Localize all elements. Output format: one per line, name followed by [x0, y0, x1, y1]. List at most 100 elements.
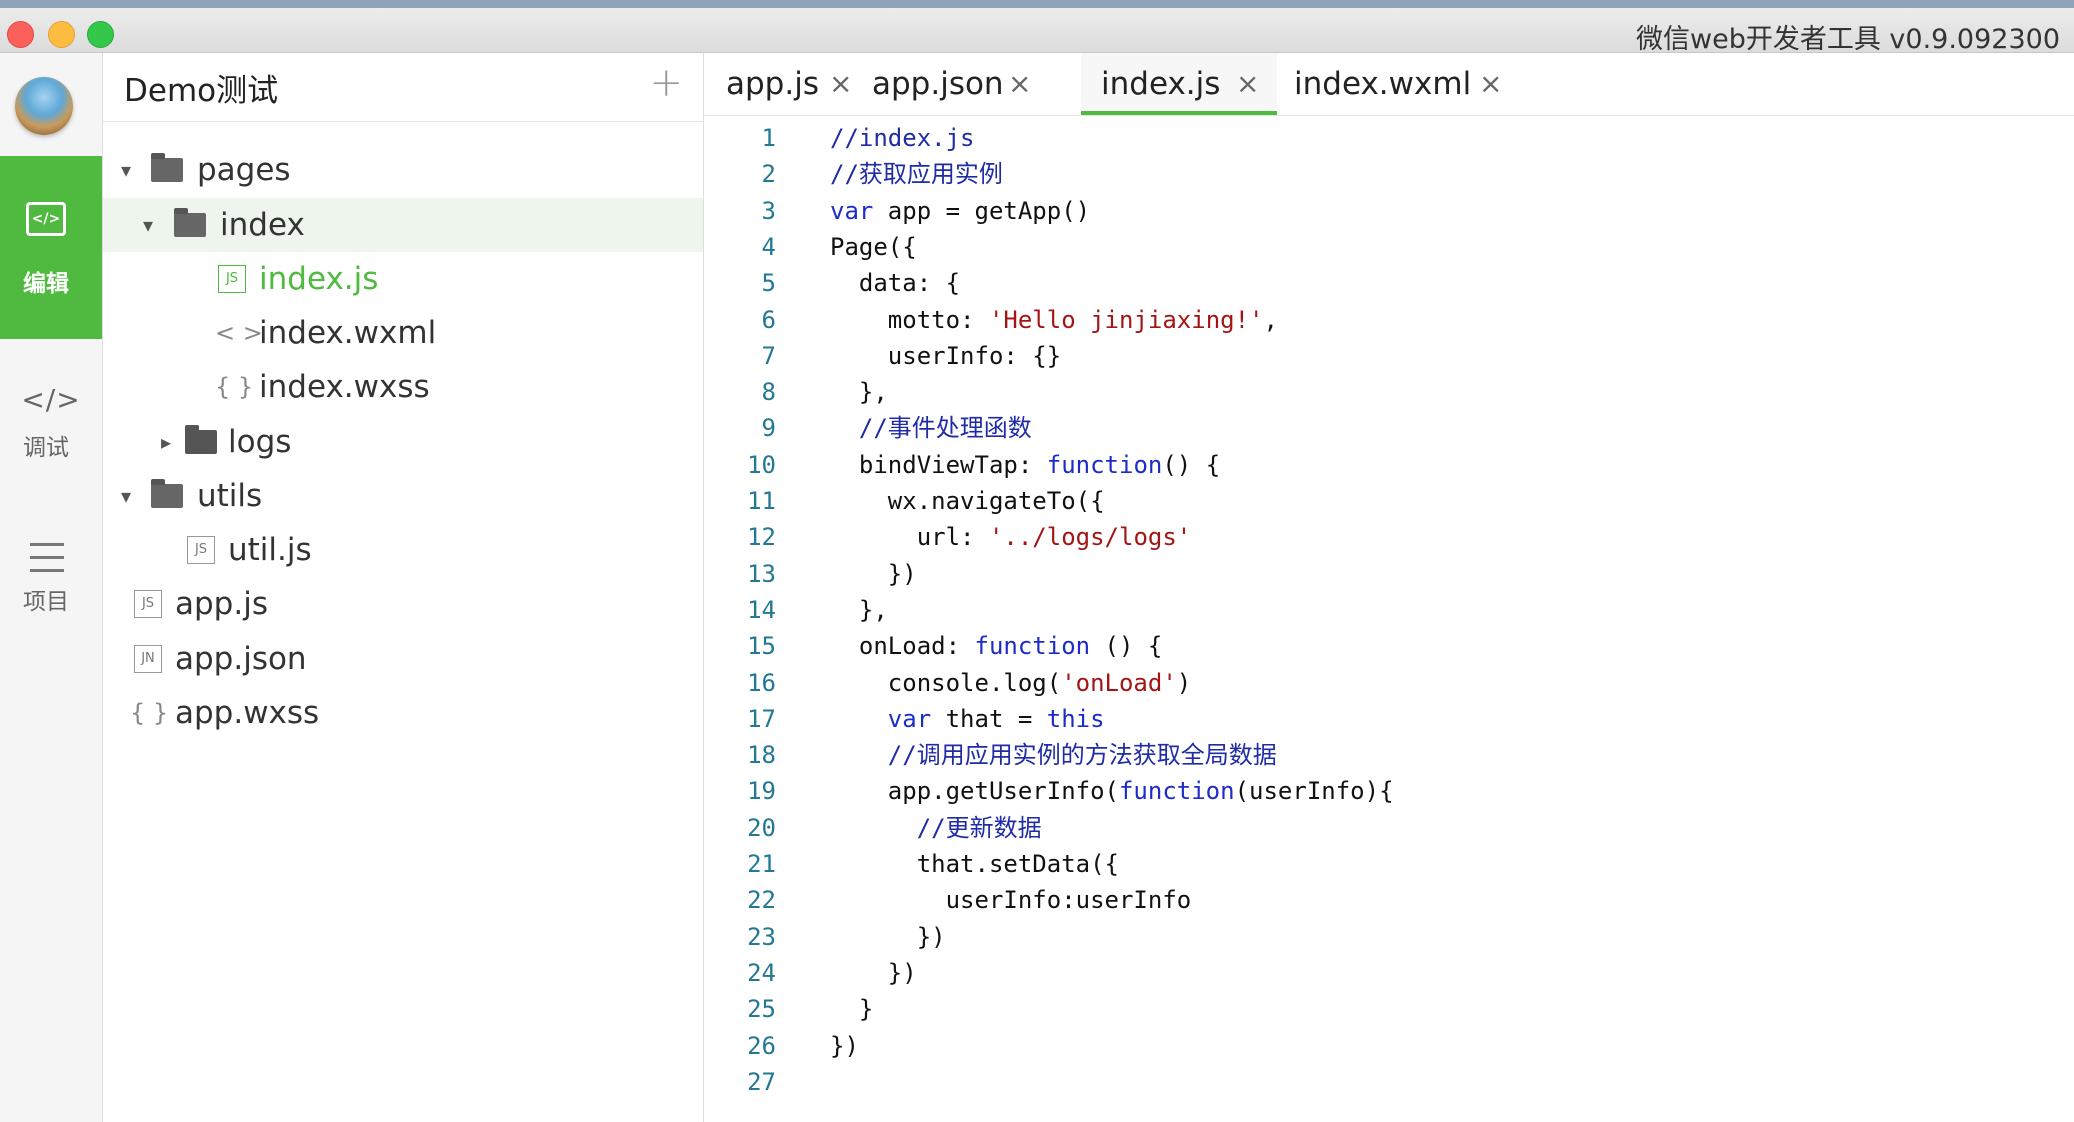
close-icon[interactable]: × — [829, 53, 852, 115]
code-text[interactable]: userInfo: {} — [830, 338, 1061, 374]
folder-open-icon — [151, 479, 183, 508]
code-text[interactable]: } — [830, 991, 873, 1027]
code-line[interactable]: 24 }) — [704, 955, 2074, 991]
code-line[interactable]: 26}) — [704, 1028, 2074, 1064]
code-line[interactable]: 16 console.log('onLoad') — [704, 665, 2074, 701]
tab-index-wxml[interactable]: index.wxml × — [1294, 53, 1502, 115]
tab-label: index.js — [1101, 66, 1221, 102]
code-line[interactable]: 23 }) — [704, 919, 2074, 955]
folder-open-icon — [174, 208, 206, 237]
code-text[interactable]: }) — [830, 919, 946, 955]
code-line[interactable]: 18 //调用应用实例的方法获取全局数据 — [704, 737, 2074, 773]
code-line[interactable]: 12 url: '../logs/logs' — [704, 519, 2074, 555]
code-text[interactable]: console.log('onLoad') — [830, 665, 1191, 701]
code-text[interactable]: }) — [830, 556, 917, 592]
activity-sidebar: </> 编辑 </> 调试 项目 — [0, 53, 103, 1122]
code-text[interactable]: //调用应用实例的方法获取全局数据 — [830, 737, 1277, 773]
code-text[interactable]: wx.navigateTo({ — [830, 483, 1105, 519]
code-text[interactable]: }) — [830, 1028, 859, 1064]
close-icon[interactable]: × — [1008, 53, 1031, 115]
code-line[interactable]: 8 }, — [704, 374, 2074, 410]
code-text[interactable]: var that = this — [830, 701, 1105, 737]
code-text[interactable]: }, — [830, 374, 888, 410]
line-number: 8 — [761, 378, 776, 407]
code-line[interactable]: 13 }) — [704, 556, 2074, 592]
code-text[interactable]: that.setData({ — [830, 846, 1119, 882]
tree-folder-index[interactable]: ▾ index — [103, 198, 703, 252]
avatar[interactable] — [15, 77, 73, 135]
tree-file-app-wxss[interactable]: { } app.wxss — [103, 686, 703, 740]
code-line[interactable]: 5 data: { — [704, 265, 2074, 301]
line-number: 23 — [747, 922, 776, 951]
folder-open-icon — [151, 153, 183, 182]
code-editor[interactable]: 1//index.js 2//获取应用实例 3 var app = getApp() 4… — [704, 116, 2074, 1122]
code-text[interactable]: url: '../logs/logs' — [830, 519, 1192, 555]
code-line[interactable]: 15 onLoad: function () { — [704, 628, 2074, 664]
code-text[interactable]: //更新数据 — [830, 810, 1042, 846]
caret-down-icon: ▾ — [121, 484, 132, 508]
code-text[interactable]: //获取应用实例 — [830, 156, 1003, 192]
file-explorer: Demo测试 + ▾ pages ▾ index JS index.js < >… — [103, 53, 704, 1122]
json-file-icon: JN — [134, 645, 162, 673]
code-line[interactable]: 4 Page({ — [704, 229, 2074, 265]
code-line[interactable]: 27 — [704, 1064, 2074, 1100]
tree-label: index.wxml — [259, 315, 437, 351]
code-text[interactable]: //事件处理函数 — [830, 410, 1032, 446]
tree-folder-logs[interactable]: ▸ logs — [103, 415, 703, 469]
line-number: 24 — [747, 958, 776, 987]
add-file-button[interactable]: + — [649, 63, 683, 103]
code-line[interactable]: 6 motto: 'Hello jinjiaxing!', — [704, 302, 2074, 338]
code-line[interactable]: 3 var app = getApp() — [704, 193, 2074, 229]
activity-debug[interactable]: </> 调试 — [0, 383, 102, 493]
tree-folder-utils[interactable]: ▾ utils — [103, 469, 703, 523]
tree-label: utils — [197, 478, 263, 514]
code-text[interactable]: data: { — [830, 265, 960, 301]
code-line[interactable]: 22 userInfo:userInfo — [704, 882, 2074, 918]
code-text[interactable]: app.getUserInfo(function(userInfo){ — [830, 773, 1394, 809]
tab-app-json[interactable]: app.json × — [858, 53, 1031, 115]
minimize-window-button[interactable] — [48, 21, 75, 48]
tab-app-js[interactable]: app.js × — [704, 53, 852, 115]
tab-index-js[interactable]: index.js × — [1081, 53, 1277, 115]
close-icon[interactable]: × — [1236, 53, 1259, 115]
code-line[interactable]: 17 var that = this — [704, 701, 2074, 737]
tree-label: pages — [197, 152, 291, 188]
code-line[interactable]: 20 //更新数据 — [704, 810, 2074, 846]
tree-label: index.js — [259, 261, 379, 297]
tree-file-app-json[interactable]: JN app.json — [103, 632, 703, 686]
code-text[interactable]: var app = getApp() — [830, 193, 1090, 229]
activity-edit[interactable]: </> 编辑 — [0, 156, 102, 339]
line-number: 21 — [747, 850, 776, 878]
code-text[interactable]: bindViewTap: function() { — [830, 447, 1220, 483]
line-number: 12 — [747, 523, 776, 552]
tree-folder-pages[interactable]: ▾ pages — [103, 143, 703, 197]
code-line[interactable]: 11 wx.navigateTo({ — [704, 483, 2074, 519]
code-line[interactable]: 10 bindViewTap: function() { — [704, 447, 2074, 483]
tree-file-app-js[interactable]: JS app.js — [103, 577, 703, 631]
close-icon[interactable]: × — [1479, 53, 1502, 115]
tree-file-index-wxml[interactable]: < > index.wxml — [103, 306, 703, 360]
maximize-window-button[interactable] — [87, 21, 114, 48]
code-line[interactable]: 25 } — [704, 991, 2074, 1027]
code-line[interactable]: 14 }, — [704, 592, 2074, 628]
code-line[interactable]: 7 userInfo: {} — [704, 338, 2074, 374]
tree-file-util-js[interactable]: JS util.js — [103, 523, 703, 577]
menu-lines-icon — [30, 543, 64, 572]
activity-project[interactable]: 项目 — [0, 543, 102, 653]
code-text[interactable]: motto: 'Hello jinjiaxing!', — [830, 302, 1278, 338]
code-text[interactable]: Page({ — [830, 229, 917, 265]
code-line[interactable]: 1 //index.js — [704, 120, 2074, 156]
close-window-button[interactable] — [7, 21, 34, 48]
code-text[interactable]: }) — [830, 955, 917, 991]
code-line[interactable]: 2 //获取应用实例 — [704, 156, 2074, 192]
line-number: 15 — [747, 632, 776, 661]
code-line[interactable]: 21 that.setData({ — [704, 846, 2074, 882]
code-line[interactable]: 9 //事件处理函数 — [704, 410, 2074, 446]
code-text[interactable]: //index.js — [830, 120, 975, 156]
code-text[interactable]: onLoad: function () { — [830, 628, 1162, 664]
tree-file-index-wxss[interactable]: { } index.wxss — [103, 360, 703, 414]
code-text[interactable]: userInfo:userInfo — [830, 882, 1192, 918]
tree-file-index-js[interactable]: JS index.js — [103, 252, 703, 306]
code-line[interactable]: 19 app.getUserInfo(function(userInfo){ — [704, 773, 2074, 809]
code-text[interactable]: }, — [830, 592, 888, 628]
